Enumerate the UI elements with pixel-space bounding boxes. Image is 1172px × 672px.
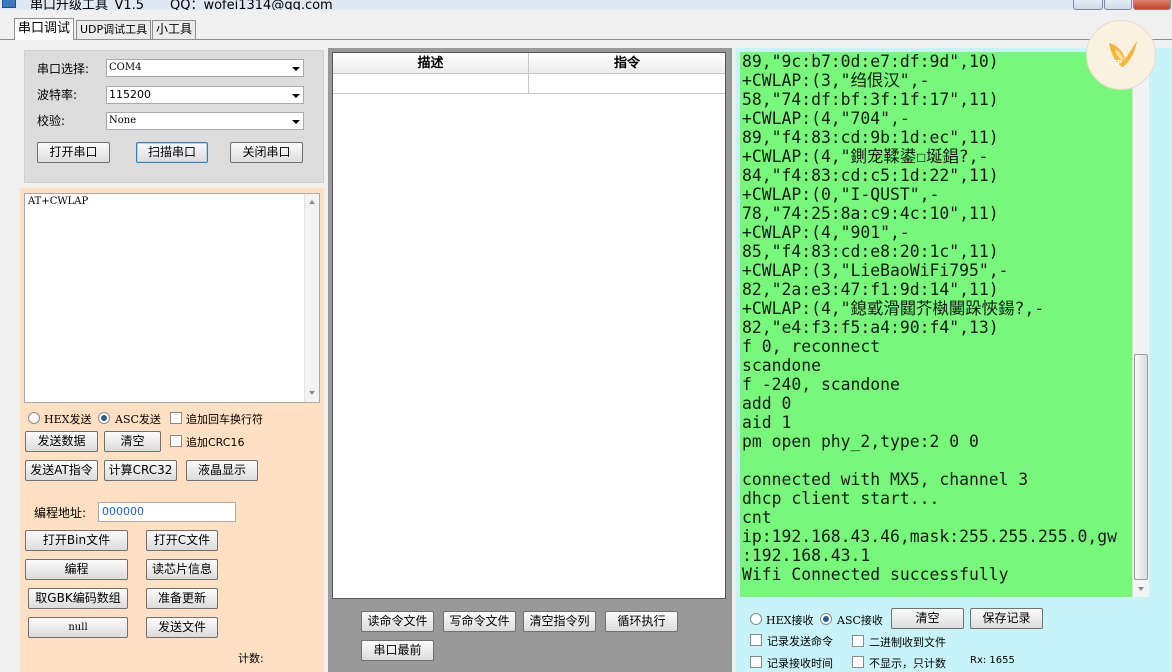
tab-small-tools[interactable]: 小工具	[152, 20, 197, 39]
scroll-up-icon	[309, 200, 315, 204]
send-data-button[interactable]: 发送数据	[25, 431, 98, 452]
send-at-button[interactable]: 发送AT指令	[25, 460, 98, 481]
hex-recv-label: HEX接收	[766, 614, 814, 627]
hex-send-radio[interactable]	[28, 412, 40, 424]
window-qq-contact: QQ：wofei1314@qq.com	[170, 0, 333, 10]
baud-select[interactable]: 115200	[106, 86, 304, 104]
open-bin-button[interactable]: 打开Bin文件	[25, 530, 128, 551]
send-text: AT+CWLAP	[28, 196, 89, 207]
append-crlf-checkbox[interactable]	[170, 412, 182, 424]
write-cmd-file-button[interactable]: 写命令文件	[443, 611, 516, 632]
table-cell-command[interactable]	[529, 74, 725, 94]
app-icon	[2, 0, 16, 8]
tab-udp-debug[interactable]: UDP调试工具	[76, 20, 152, 39]
column-header-command[interactable]: 指令	[529, 53, 725, 74]
asc-send-label: ASC发送	[115, 413, 161, 426]
send-file-button[interactable]: 发送文件	[146, 617, 218, 638]
window-title: 串口升级工具_V1.5	[30, 0, 145, 10]
rx-counter: Rx: 1655	[970, 655, 1015, 666]
parity-select[interactable]: None	[106, 112, 304, 130]
append-crlf-label: 追加回车换行符	[186, 413, 263, 426]
tab-serial-debug[interactable]: 串口调试	[14, 18, 75, 40]
parity-value: None	[109, 115, 137, 126]
baud-value: 115200	[109, 88, 151, 101]
receive-log: 89,"9c:b7:0d:e7:df:9d",10) +CWLAP:(3,"绉佷…	[742, 52, 1117, 584]
log-send-label: 记录发送命令	[767, 635, 833, 648]
hex-send-label: HEX发送	[44, 413, 92, 426]
receive-scroll-thumb[interactable]	[1134, 354, 1148, 580]
command-table[interactable]: 描述 指令	[332, 52, 726, 599]
table-cell-description[interactable]	[333, 74, 529, 94]
send-textarea[interactable]: AT+CWLAP	[24, 193, 320, 403]
binary-file-checkbox[interactable]	[852, 635, 864, 647]
vip-badge[interactable]: VIP	[1086, 20, 1156, 90]
prepare-update-button[interactable]: 准备更新	[146, 588, 218, 609]
program-addr-input[interactable]: 000000	[98, 502, 236, 522]
close-port-button[interactable]: 关闭串口	[230, 142, 303, 163]
open-c-button[interactable]: 打开C文件	[146, 530, 218, 551]
send-scrollbar[interactable]	[304, 194, 319, 402]
receive-scrollbar[interactable]	[1132, 52, 1149, 597]
minimize-button[interactable]	[1073, 0, 1103, 10]
asc-recv-radio[interactable]	[820, 613, 832, 625]
baud-label: 波特率:	[37, 88, 78, 102]
port-value: COM4	[109, 62, 142, 73]
lcd-display-button[interactable]: 液晶显示	[186, 460, 258, 481]
log-recv-time-checkbox[interactable]	[750, 656, 762, 668]
read-cmd-file-button[interactable]: 读命令文件	[361, 611, 434, 632]
hide-count-checkbox[interactable]	[852, 656, 864, 668]
vip-label: VIP	[1109, 59, 1123, 67]
maximize-button[interactable]	[1104, 0, 1132, 10]
close-button[interactable]	[1133, 0, 1171, 10]
scroll-down-icon	[309, 391, 315, 395]
title-bar: 串口升级工具_V1.5 QQ：wofei1314@qq.com	[0, 0, 1172, 10]
save-record-button[interactable]: 保存记录	[970, 608, 1043, 629]
clear-cmd-list-button[interactable]: 清空指令列	[523, 611, 596, 632]
binary-file-label: 二进制收到文件	[869, 636, 946, 649]
scroll-down-icon	[1138, 587, 1144, 591]
scan-port-button[interactable]: 扫描串口	[136, 142, 208, 163]
read-chip-button[interactable]: 读芯片信息	[146, 559, 218, 580]
program-addr-label: 编程地址:	[34, 506, 87, 520]
receive-textarea[interactable]: 89,"9c:b7:0d:e7:df:9d",10) +CWLAP:(3,"绉佷…	[740, 52, 1132, 597]
parity-label: 校验:	[37, 114, 66, 128]
calc-crc32-button[interactable]: 计算CRC32	[104, 460, 177, 481]
gbk-array-button[interactable]: 取GBK编码数组	[28, 588, 128, 609]
log-send-checkbox[interactable]	[750, 634, 762, 646]
append-crc-checkbox[interactable]	[170, 435, 182, 447]
append-crc-label: 追加CRC16	[186, 436, 245, 449]
loop-exec-button[interactable]: 循环执行	[605, 611, 678, 632]
asc-recv-label: ASC接收	[837, 614, 883, 627]
count-label: 计数:	[238, 652, 264, 665]
clear-send-button[interactable]: 清空	[104, 431, 161, 452]
program-button[interactable]: 编程	[25, 559, 128, 580]
open-port-button[interactable]: 打开串口	[37, 142, 110, 163]
serial-latest-button[interactable]: 串口最前	[361, 640, 434, 661]
column-header-description[interactable]: 描述	[333, 53, 529, 74]
tab-divider	[0, 39, 1172, 40]
port-label: 串口选择:	[37, 62, 90, 76]
chevron-down-icon	[292, 94, 300, 98]
clear-recv-button[interactable]: 清空	[891, 608, 964, 629]
chevron-down-icon	[292, 120, 300, 124]
chevron-down-icon	[292, 67, 300, 71]
null-button[interactable]: null	[28, 617, 128, 638]
hex-recv-radio[interactable]	[750, 613, 762, 625]
vip-bird-icon	[1109, 41, 1137, 67]
port-select[interactable]: COM4	[106, 59, 304, 77]
asc-send-radio[interactable]	[98, 412, 110, 424]
log-recv-time-label: 记录接收时间	[767, 657, 833, 670]
hide-count-label: 不显示，只计数	[869, 657, 946, 670]
